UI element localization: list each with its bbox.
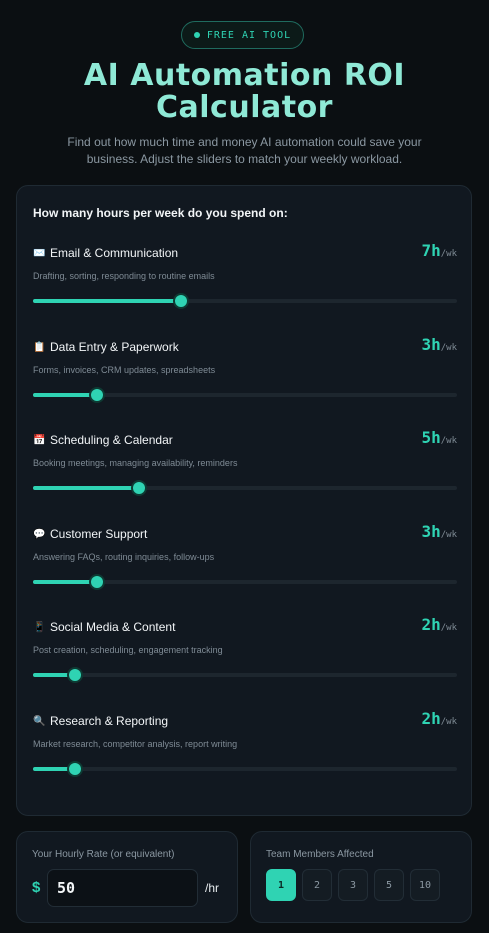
team-size-option-3[interactable]: 3 — [338, 869, 368, 901]
page-subtitle: Find out how much time and money AI auto… — [40, 134, 449, 168]
dollar-icon: $ — [32, 879, 41, 896]
team-size-option-10[interactable]: 10 — [410, 869, 441, 901]
task-name: Customer Support — [50, 526, 148, 541]
calendar-icon: 📅 — [33, 435, 46, 447]
hours-slider[interactable] — [33, 295, 457, 307]
task-name: Email & Communication — [50, 246, 179, 260]
free-ai-tool-badge: FREE AI TOOL — [181, 21, 304, 49]
task-name: Research & Reporting — [50, 714, 169, 728]
task-hours-unit: /wk — [440, 436, 457, 447]
task-hours-readout: 3h/wk — [421, 335, 457, 354]
task-name: Social Media & Content — [50, 620, 176, 635]
task-name: Data Entry & Paperwork — [50, 339, 179, 354]
team-size-selector: 1 2 3 5 10 — [266, 869, 441, 901]
page-subtitle-line-1: Find out how much time and money AI auto… — [67, 135, 422, 149]
speech-bubble-icon: 💬 — [33, 528, 46, 540]
hourly-rate-input[interactable]: 50 — [47, 869, 198, 907]
per-hour-suffix: /hr — [205, 881, 220, 895]
hours-slider[interactable] — [33, 482, 457, 495]
badge-dot-icon — [193, 32, 200, 38]
task-hours-readout: 2h/wk — [421, 709, 457, 728]
team-size-option-1[interactable]: 1 — [266, 869, 296, 901]
page-title-line-1: AI Automation ROI — [83, 58, 406, 93]
task-hours-unit: /wk — [440, 623, 457, 634]
task-hours-value: 2h — [421, 709, 441, 728]
task-hours-unit: /wk — [440, 529, 457, 540]
task-description: Post creation, scheduling, engagement tr… — [33, 645, 223, 656]
envelope-icon: ✉️ — [33, 248, 46, 259]
task-hours-readout: 2h/wk — [421, 615, 457, 634]
slider-fill — [33, 579, 97, 584]
weekly-hours-title: How many hours per week do you spend on: — [33, 206, 288, 220]
hourly-rate-label: Your Hourly Rate (or equivalent) — [32, 849, 175, 860]
hours-slider[interactable] — [33, 388, 457, 401]
task-row: 📱 Social Media & Content Post creation, sc… — [33, 615, 457, 700]
hours-slider[interactable] — [33, 763, 457, 775]
clipboard-icon: 📋 — [33, 341, 46, 353]
phone-icon: 📱 — [33, 622, 46, 634]
hours-slider[interactable] — [33, 575, 457, 588]
task-row: 🔍 Research & Reporting Market research, co… — [33, 709, 457, 794]
roi-calculator-page: FREE AI TOOL AI Automation ROI Calculato… — [0, 0, 489, 933]
task-hours-unit: /wk — [440, 249, 457, 259]
task-description: Booking meetings, managing availability,… — [33, 458, 238, 469]
task-row: 📅 Scheduling & Calendar Booking meetings, … — [33, 428, 457, 513]
magnifier-icon: 🔍 — [33, 716, 46, 727]
slider-fill — [33, 299, 181, 303]
task-name: Scheduling & Calendar — [50, 433, 173, 448]
task-row: ✉️ Email & Communication Drafting, sorting… — [33, 241, 457, 326]
page-subtitle-line-2: business. Adjust the sliders to match yo… — [86, 152, 403, 166]
slider-thumb[interactable] — [175, 295, 187, 307]
task-hours-value: 2h — [421, 615, 441, 635]
slider-thumb[interactable] — [91, 388, 103, 401]
weekly-hours-card: How many hours per week do you spend on:… — [16, 185, 472, 816]
task-hours-value: 3h — [421, 334, 441, 354]
slider-thumb[interactable] — [91, 575, 103, 588]
task-description: Answering FAQs, routing inquiries, follo… — [33, 551, 215, 562]
task-hours-value: 5h — [421, 428, 441, 448]
page-title-line-2: Calculator — [156, 90, 333, 125]
slider-thumb[interactable] — [69, 669, 81, 682]
slider-track[interactable] — [33, 673, 457, 678]
task-description: Market research, competitor analysis, re… — [33, 739, 238, 749]
slider-fill — [33, 486, 139, 491]
badge-label: FREE AI TOOL — [206, 29, 292, 41]
task-hours-value: 3h — [421, 521, 441, 541]
slider-thumb[interactable] — [69, 763, 81, 775]
page-title: AI Automation ROI Calculator — [0, 60, 489, 124]
slider-track[interactable] — [33, 767, 457, 771]
task-hours-readout: 5h/wk — [421, 428, 457, 447]
slider-fill — [33, 392, 97, 397]
task-hours-value: 7h — [421, 241, 441, 260]
slider-thumb[interactable] — [133, 482, 145, 495]
team-members-card: Team Members Affected 1 2 3 5 10 — [250, 831, 472, 923]
task-hours-readout: 7h/wk — [421, 241, 457, 260]
hours-slider[interactable] — [33, 669, 457, 682]
task-hours-unit: /wk — [440, 717, 457, 727]
team-size-option-2[interactable]: 2 — [302, 869, 332, 901]
task-hours-readout: 3h/wk — [421, 522, 457, 541]
team-size-option-5[interactable]: 5 — [374, 869, 404, 901]
task-row: 📋 Data Entry & Paperwork Forms, invoices, … — [33, 335, 457, 420]
team-members-label: Team Members Affected — [266, 849, 374, 860]
task-description: Drafting, sorting, responding to routine… — [33, 271, 215, 281]
task-row: 💬 Customer Support Answering FAQs, routing… — [33, 522, 457, 607]
hourly-rate-card: Your Hourly Rate (or equivalent) $ 50 /h… — [16, 831, 238, 923]
task-description: Forms, invoices, CRM updates, spreadshee… — [33, 364, 216, 375]
task-hours-unit: /wk — [440, 342, 457, 353]
